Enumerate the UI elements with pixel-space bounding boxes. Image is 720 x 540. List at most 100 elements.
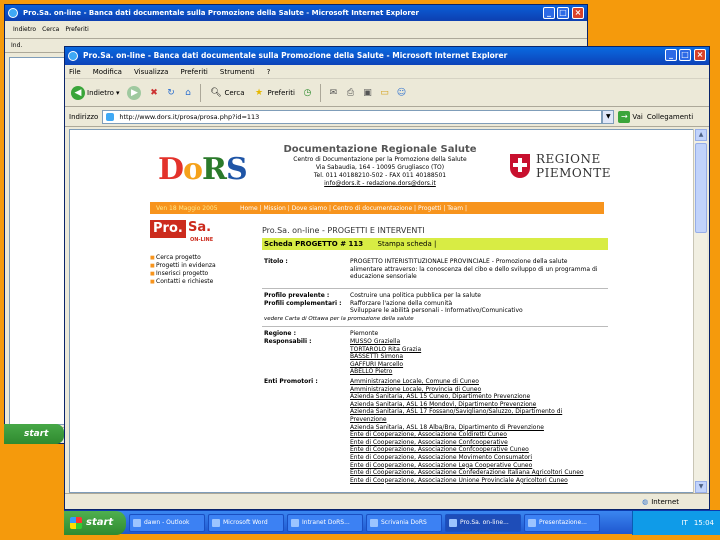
address-label: Indirizzo bbox=[69, 112, 99, 121]
language-indicator[interactable]: IT bbox=[681, 519, 687, 527]
left-menu-item[interactable]: Inserisci progetto bbox=[150, 270, 228, 278]
scroll-down-icon[interactable]: ▼ bbox=[695, 481, 707, 493]
page-viewport[interactable]: DoRS Documentazione Regionale Salute Cen… bbox=[69, 129, 695, 493]
left-menu-item[interactable]: Contatti e richieste bbox=[150, 278, 228, 286]
messenger-icon[interactable]: ☺ bbox=[395, 86, 408, 99]
ente-link[interactable]: Ente di Cooperazione, Associazione Coldi… bbox=[350, 431, 600, 439]
toolbar: ◀ Indietro ▾ ▶ ✖ ↻ ⌂ 🔍︎ Cerca ★ Preferit… bbox=[65, 79, 709, 107]
maximize-icon[interactable]: □ bbox=[679, 49, 691, 61]
ente-link[interactable]: Ente di Cooperazione, Associazione Confc… bbox=[350, 446, 600, 454]
go-label: Vai bbox=[632, 112, 643, 121]
go-button[interactable]: → Vai bbox=[618, 110, 643, 123]
taskbar-item-active[interactable]: Pro.Sa. on-line... bbox=[445, 513, 521, 532]
chevron-down-icon[interactable]: ▾ bbox=[116, 89, 120, 97]
responsabile-link[interactable]: MUSSO Graziella bbox=[350, 338, 600, 346]
background-address-label: Ind. bbox=[11, 42, 23, 49]
ie-icon bbox=[8, 8, 18, 18]
close-icon[interactable]: × bbox=[572, 7, 584, 19]
background-start-button[interactable]: start bbox=[4, 424, 64, 444]
globe-icon: ◍ bbox=[642, 497, 649, 506]
start-button[interactable]: start bbox=[64, 510, 126, 535]
ente-link[interactable]: Ente di Cooperazione, Associazione Lega … bbox=[350, 462, 600, 470]
ente-link[interactable]: Amministrazione Locale, Provincia di Cun… bbox=[350, 386, 600, 394]
ente-link[interactable]: Azienda Sanitaria, ASL 17 Fossano/Savigl… bbox=[350, 408, 600, 423]
menu-visualizza[interactable]: Visualizza bbox=[134, 68, 168, 76]
browser-window[interactable]: Pro.Sa. on-line - Banca dati documentale… bbox=[64, 46, 710, 510]
ente-link[interactable]: Ente di Cooperazione, Associazione Movim… bbox=[350, 454, 600, 462]
page-title: Pro.Sa. on-line - PROGETTI E INTERVENTI bbox=[262, 226, 425, 235]
taskbar-item[interactable]: Presentazione... bbox=[524, 513, 600, 532]
search-button[interactable]: Cerca bbox=[42, 26, 59, 33]
titolo-value: PROGETTO INTERISTITUZIONALE PROVINCIALE … bbox=[350, 258, 598, 281]
back-button[interactable]: ◀ Indietro ▾ bbox=[69, 85, 121, 100]
piemonte-shield-icon bbox=[510, 154, 530, 178]
ente-link[interactable]: Ente di Cooperazione, Associazione Confe… bbox=[350, 469, 600, 477]
system-tray: IT 15:04 bbox=[632, 510, 720, 535]
responsabili-list: MUSSO Graziella TORTAROLO Rita Grazia BA… bbox=[350, 338, 600, 376]
dors-logo[interactable]: DoRS bbox=[158, 152, 248, 187]
toolbar-separator bbox=[319, 83, 321, 102]
menu-preferiti[interactable]: Preferiti bbox=[180, 68, 207, 76]
menu-modifica[interactable]: Modifica bbox=[93, 68, 122, 76]
responsabile-link[interactable]: GAFFURI Marcello bbox=[350, 361, 600, 369]
address-input[interactable]: http://www.dors.it/prosa/prosa.php?id=11… bbox=[102, 109, 603, 124]
minimize-icon[interactable]: _ bbox=[665, 49, 677, 61]
star-icon: ★ bbox=[254, 87, 264, 98]
responsabile-link[interactable]: BASSETTI Simona bbox=[350, 353, 600, 361]
forward-button[interactable]: ▶ bbox=[125, 85, 143, 100]
close-icon[interactable]: × bbox=[694, 49, 706, 61]
back-button[interactable]: Indietro bbox=[13, 26, 36, 33]
ente-link[interactable]: Azienda Sanitaria, ASL 15 Cuneo, Diparti… bbox=[350, 393, 600, 401]
minimize-icon[interactable]: _ bbox=[543, 7, 555, 19]
ente-link[interactable]: Ente di Cooperazione, Associazione Confc… bbox=[350, 439, 600, 447]
menu-file[interactable]: File bbox=[69, 68, 81, 76]
header-email[interactable]: info@dors.it - redazione.dors@dors.it bbox=[270, 180, 490, 188]
address-dropdown-icon[interactable]: ▼ bbox=[602, 109, 615, 124]
menu-help[interactable]: ? bbox=[267, 68, 271, 76]
clock[interactable]: 15:04 bbox=[694, 519, 714, 527]
nav-links[interactable]: Home | Mission | Dove siamo | Centro di … bbox=[232, 205, 467, 212]
ottawa-note[interactable]: vedere Carta di Ottawa per la promozione… bbox=[264, 316, 414, 322]
windows-flag-icon bbox=[70, 516, 82, 529]
print-scheda-link[interactable]: Stampa scheda | bbox=[378, 240, 437, 248]
menu-bar: File Modifica Visualizza Preferiti Strum… bbox=[65, 65, 709, 79]
home-icon[interactable]: ⌂ bbox=[181, 86, 194, 99]
regione-text: REGIONE PIEMONTE bbox=[536, 152, 611, 180]
left-menu-item[interactable]: Cerca progetto bbox=[150, 254, 228, 262]
taskbar-item[interactable]: dawn - Outlook bbox=[129, 513, 205, 532]
search-button[interactable]: 🔍︎ Cerca bbox=[207, 86, 246, 99]
mail-icon[interactable]: ✉ bbox=[327, 86, 340, 99]
edit-icon[interactable]: ▣ bbox=[361, 86, 374, 99]
history-icon[interactable]: ◷ bbox=[301, 86, 314, 99]
background-title-bar[interactable]: Pro.Sa. on-line - Banca dati documentale… bbox=[5, 5, 587, 21]
left-menu-item[interactable]: Progetti in evidenza bbox=[150, 262, 228, 270]
responsabile-link[interactable]: TORTAROLO Rita Grazia bbox=[350, 346, 600, 354]
ente-link[interactable]: Azienda Sanitaria, ASL 18 Alba/Bra, Dipa… bbox=[350, 424, 600, 432]
maximize-icon[interactable]: □ bbox=[557, 7, 569, 19]
title-bar[interactable]: Pro.Sa. on-line - Banca dati documentale… bbox=[65, 47, 709, 65]
taskbar-item[interactable]: Intranet DoRS... bbox=[287, 513, 363, 532]
ente-link[interactable]: Ente di Cooperazione, Associazione Union… bbox=[350, 477, 600, 485]
responsabile-link[interactable]: ABELLO Pietro bbox=[350, 368, 600, 376]
header-line: Tel. 011 40188210-502 - FAX 011 40188501 bbox=[313, 172, 447, 179]
refresh-icon[interactable]: ↻ bbox=[164, 86, 177, 99]
notes-icon[interactable]: ▭ bbox=[378, 86, 391, 99]
ente-link[interactable]: Azienda Sanitaria, ASL 16 Mondovì, Dipar… bbox=[350, 401, 600, 409]
prosa-logo[interactable]: Pro. Sa. ON-LINE bbox=[150, 220, 225, 250]
logo-letter-d: D bbox=[158, 152, 184, 187]
favorites-button[interactable]: Preferiti bbox=[65, 26, 89, 33]
vertical-scrollbar[interactable]: ▲ ▼ bbox=[693, 129, 707, 493]
favorites-button[interactable]: ★ Preferiti bbox=[251, 86, 297, 99]
taskbar-item[interactable]: Scrivania DoRS bbox=[366, 513, 442, 532]
links-label[interactable]: Collegamenti bbox=[647, 113, 693, 121]
print-icon[interactable]: ⎙ bbox=[344, 86, 357, 99]
taskbar-item[interactable]: Microsoft Word bbox=[208, 513, 284, 532]
ente-link[interactable]: Amministrazione Locale, Comune di Cuneo bbox=[350, 378, 600, 386]
scroll-thumb[interactable] bbox=[695, 143, 707, 233]
site-header: DoRS Documentazione Regionale Salute Cen… bbox=[150, 138, 620, 200]
scroll-up-icon[interactable]: ▲ bbox=[695, 129, 707, 141]
address-bar: Indirizzo http://www.dors.it/prosa/prosa… bbox=[65, 107, 709, 127]
regione-piemonte-logo[interactable]: REGIONE PIEMONTE bbox=[510, 150, 620, 190]
stop-icon[interactable]: ✖ bbox=[147, 86, 160, 99]
menu-strumenti[interactable]: Strumenti bbox=[220, 68, 255, 76]
